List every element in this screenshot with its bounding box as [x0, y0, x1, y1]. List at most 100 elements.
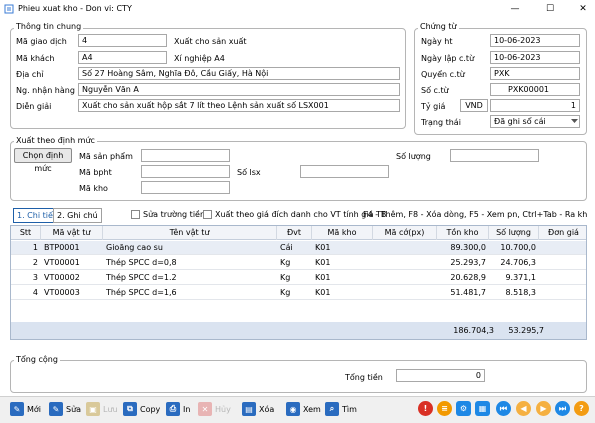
- cell-ma-kho[interactable]: K01: [312, 241, 373, 255]
- print-button[interactable]: ⎙ In: [166, 399, 190, 419]
- so-luong-input[interactable]: [450, 149, 539, 162]
- cell-ma-co[interactable]: [373, 256, 437, 270]
- find-button[interactable]: ⌕ Tìm: [325, 399, 357, 419]
- cell-ton-kho: 25.293,7: [450, 258, 486, 267]
- xuat-gia-dich-danh-checkbox[interactable]: [203, 210, 212, 219]
- cell-ma-co[interactable]: [373, 286, 437, 300]
- ma-bpht-input[interactable]: [141, 165, 230, 178]
- dia-chi-input[interactable]: Số 27 Hoàng Sâm, Nghĩa Đô, Cầu Giấy, Hà …: [78, 67, 400, 80]
- sua-truong-tien-checkbox[interactable]: [131, 210, 140, 219]
- total-so-luong: 53.295,7: [508, 326, 544, 335]
- ty-gia-input[interactable]: 1: [490, 99, 580, 112]
- cell-ma-vat-tu[interactable]: VT00002: [41, 271, 103, 285]
- cell-dvt: Kg: [280, 273, 291, 282]
- close-button[interactable]: ✕: [573, 2, 593, 16]
- col-dvt[interactable]: Đvt: [277, 226, 312, 240]
- col-don-gia[interactable]: Đơn giá: [539, 226, 586, 240]
- gear-icon[interactable]: ⚙: [456, 401, 471, 416]
- prev-record-icon[interactable]: ◀: [516, 401, 531, 416]
- edit-button[interactable]: ✎ Sửa: [49, 399, 81, 419]
- app-icon: [4, 4, 14, 14]
- cancel-button[interactable]: ✕ Hủy: [198, 399, 231, 419]
- table-row[interactable]: 4 VT00003 Thép SPCC d=1,6 Kg K01 51.481,…: [11, 286, 586, 300]
- cell-so-luong[interactable]: 10.700,0: [489, 241, 539, 255]
- voucher-title: Chứng từ: [418, 22, 459, 31]
- minimize-button[interactable]: —: [505, 2, 525, 16]
- cell-ma-vat-tu[interactable]: VT00001: [41, 256, 103, 270]
- tong-tien-input[interactable]: 0: [396, 369, 485, 382]
- trang-thai-label: Trạng thái: [421, 118, 461, 127]
- xuat-gia-dich-danh-label: Xuất theo giá đích danh cho VT tính giá …: [215, 210, 387, 219]
- cell-so-luong[interactable]: 8.518,3: [489, 286, 539, 300]
- col-ma-vat-tu[interactable]: Mã vật tư: [41, 226, 103, 240]
- alert-icon[interactable]: !: [418, 401, 433, 416]
- col-ma-kho[interactable]: Mã kho: [312, 226, 373, 240]
- table-row[interactable]: 2 VT00001 Thép SPCC d=0,8 Kg K01 25.293,…: [11, 256, 586, 270]
- edit-icon: ✎: [49, 402, 63, 416]
- save-icon: ▣: [86, 402, 100, 416]
- cell-stt: 2: [32, 258, 38, 267]
- cell-so-luong[interactable]: 9.371,1: [489, 271, 539, 285]
- norm-title: Xuất theo định mức: [14, 136, 97, 145]
- col-ton-kho[interactable]: Tồn kho: [437, 226, 489, 240]
- so-lsx-input[interactable]: [300, 165, 389, 178]
- ma-kho-input[interactable]: [141, 181, 230, 194]
- quyen-input[interactable]: PXK: [490, 67, 580, 80]
- quyen-label: Quyển c.từ: [421, 70, 465, 79]
- ma-bpht-label: Mã bpht: [79, 168, 112, 177]
- copy-button[interactable]: ⧉ Copy: [123, 399, 160, 419]
- copy-icon: ⧉: [123, 402, 137, 416]
- cell-ma-vat-tu[interactable]: VT00003: [41, 286, 103, 300]
- next-record-icon[interactable]: ▶: [536, 401, 551, 416]
- tab-ghi-chu[interactable]: 2. Ghi chú: [53, 208, 102, 223]
- general-info-title: Thông tin chung: [14, 22, 84, 31]
- new-button[interactable]: ✎ Mới: [10, 399, 41, 419]
- table-row[interactable]: 1 BTP0001 Gioăng cao su Cái K01 89.300,0…: [11, 241, 586, 255]
- col-stt[interactable]: Stt: [11, 226, 41, 240]
- ngay-ht-input[interactable]: 10-06-2023: [490, 34, 580, 47]
- currency-input[interactable]: VND: [460, 99, 488, 112]
- maximize-button[interactable]: ☐: [540, 2, 560, 16]
- delete-button[interactable]: ▤ Xóa: [242, 399, 274, 419]
- ngay-ht-label: Ngày ht: [421, 37, 453, 46]
- cell-ma-co[interactable]: [373, 271, 437, 285]
- col-so-luong[interactable]: Số lượng: [489, 226, 539, 240]
- last-record-icon[interactable]: ⏭: [555, 401, 570, 416]
- save-button[interactable]: ▣ Lưu: [86, 399, 118, 419]
- so-lsx-label: Số lsx: [237, 168, 261, 177]
- ma-khach-label: Mã khách: [16, 54, 55, 63]
- cell-so-luong[interactable]: 24.706,3: [489, 256, 539, 270]
- so-ct-input[interactable]: PXK00001: [490, 83, 580, 96]
- cell-ma-kho[interactable]: K01: [312, 271, 373, 285]
- grid-header: Stt Mã vật tư Tên vật tư Đvt Mã kho Mã c…: [11, 226, 586, 240]
- ma-giao-dich-input[interactable]: 4: [78, 34, 167, 47]
- ma-san-pham-input[interactable]: [141, 149, 230, 162]
- so-luong-label: Số lượng: [396, 152, 431, 161]
- view-button[interactable]: ◉ Xem: [286, 399, 321, 419]
- ng-nhan-hang-input[interactable]: Nguyễn Văn A: [78, 83, 400, 96]
- dien-giai-input[interactable]: Xuất cho sản xuất hộp sắt 7 lít theo Lện…: [78, 99, 400, 112]
- list-icon[interactable]: ≡: [437, 401, 452, 416]
- ma-khach-input[interactable]: A4: [78, 51, 167, 64]
- help-icon[interactable]: ?: [574, 401, 589, 416]
- ngay-lap-input[interactable]: 10-06-2023: [490, 51, 580, 64]
- cell-ten-vat-tu: Thép SPCC d=0,8: [106, 258, 177, 267]
- chevron-down-icon: [571, 119, 578, 123]
- cell-dvt: Cái: [280, 243, 293, 252]
- choose-norm-button[interactable]: Chọn định mức: [14, 148, 72, 173]
- col-ma-co[interactable]: Mã cớ(px): [373, 226, 437, 240]
- col-ten-vat-tu[interactable]: Tên vật tư: [103, 226, 277, 240]
- grid-icon[interactable]: ▦: [475, 401, 490, 416]
- cell-ma-kho[interactable]: K01: [312, 286, 373, 300]
- ma-giao-dich-label: Mã giao dịch: [16, 37, 67, 46]
- window-title: Phieu xuat kho - Don vi: CTY: [18, 4, 132, 13]
- table-row[interactable]: 3 VT00002 Thép SPCC d=1.2 Kg K01 20.628,…: [11, 271, 586, 285]
- cell-dvt: Kg: [280, 258, 291, 267]
- cell-dvt: Kg: [280, 288, 291, 297]
- cell-ma-vat-tu[interactable]: BTP0001: [41, 241, 103, 255]
- cell-ma-kho[interactable]: K01: [312, 256, 373, 270]
- ma-khach-desc: Xí nghiệp A4: [174, 54, 225, 63]
- trang-thai-select[interactable]: Đã ghi sổ cái: [490, 115, 580, 128]
- cell-ma-co[interactable]: [373, 241, 437, 255]
- first-record-icon[interactable]: ⏮: [496, 401, 511, 416]
